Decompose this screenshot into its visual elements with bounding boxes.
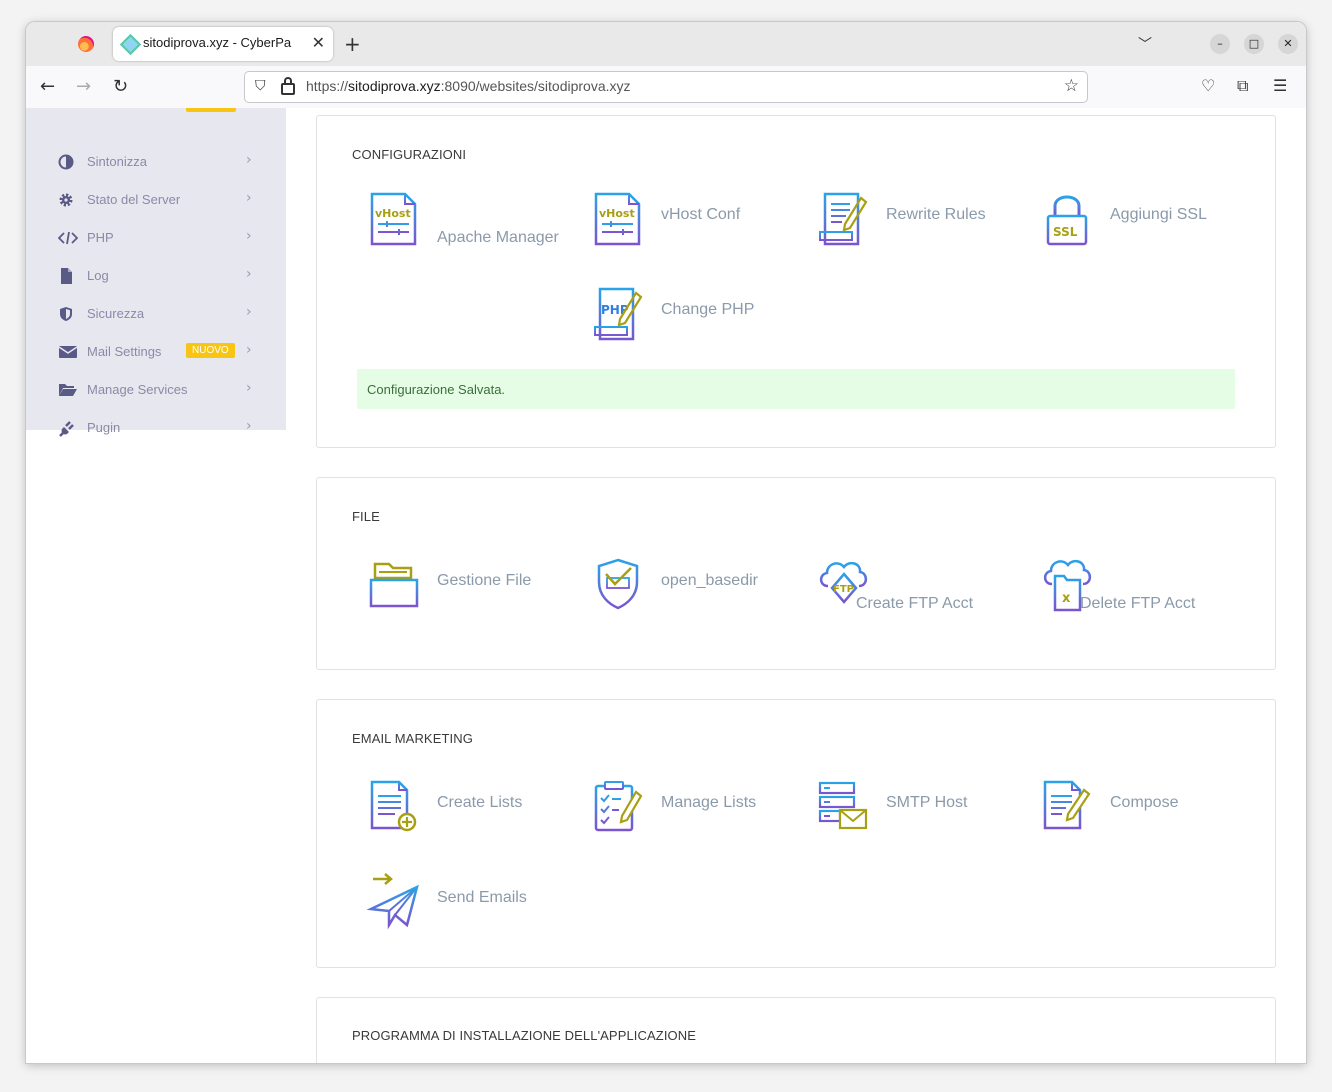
app-installer-card: PROGRAMMA DI INSTALLAZIONE DELL'APPLICAZ… [316, 997, 1276, 1063]
url-text[interactable]: https://sitodiprova.xyz:8090/websites/si… [306, 78, 631, 94]
chevron-right-icon: › [246, 380, 252, 396]
chevron-right-icon: › [246, 266, 252, 282]
sidebar-partial-badge [186, 108, 236, 112]
shield-icon [60, 307, 72, 321]
tab-bar: sitodiprova.xyz - CyberPa ✕ + ﹀ – □ ✕ [26, 22, 1306, 66]
section-title: FILE [352, 509, 380, 524]
url-bar[interactable]: ⛉ https://sitodiprova.xyz:8090/websites/… [244, 71, 1088, 103]
tab-close-icon[interactable]: ✕ [312, 33, 325, 52]
sidebar: Sintonizza › Stato del Server › PHP › Lo… [26, 108, 286, 437]
sidebar-item-stato-server[interactable]: Stato del Server › [26, 181, 286, 219]
section-title: EMAIL MARKETING [352, 731, 473, 746]
tile-label: SMTP Host [886, 794, 968, 811]
tile-label: Aggiungi SSL [1110, 206, 1207, 223]
sidebar-item-label: Mail Settings [87, 344, 162, 359]
minimize-icon[interactable]: – [1210, 34, 1230, 54]
sidebar-item-manage-services[interactable]: Manage Services › [26, 371, 286, 409]
tile-apache-manager[interactable]: vHost Apache Manager [352, 190, 576, 260]
nav-bar: ← → ↻ ⛉ https://sitodiprova.xyz:8090/web… [26, 66, 1306, 109]
tile-rewrite-rules[interactable]: Rewrite Rules [801, 190, 1025, 260]
tile-label: Send Emails [437, 889, 527, 906]
sidebar-item-php[interactable]: PHP › [26, 219, 286, 257]
tile-label: Change PHP [661, 301, 755, 318]
list-tabs-chevron-icon[interactable]: ﹀ [1138, 34, 1152, 54]
tile-create-lists[interactable]: Create Lists [352, 778, 576, 848]
envelope-icon [58, 346, 78, 358]
sidebar-item-label: Sicurezza [87, 306, 145, 321]
sidebar-item-label: Pugin [87, 420, 121, 435]
new-badge: NUOVO [186, 343, 235, 358]
tile-label: Create FTP Acct [856, 595, 974, 612]
forward-icon[interactable]: → [76, 76, 91, 97]
folder-open-icon [59, 384, 77, 396]
sidebar-item-mail-settings[interactable]: Mail Settings NUOVO › [26, 333, 286, 371]
sidebar-item-log[interactable]: Log › [26, 257, 286, 295]
sidebar-item-sicurezza[interactable]: Sicurezza › [26, 295, 286, 333]
sidebar-item-label: Stato del Server [87, 192, 181, 207]
pocket-icon[interactable]: ♡ [1201, 76, 1215, 95]
tile-smtp-host[interactable]: SMTP Host [801, 778, 1025, 848]
tile-manage-lists[interactable]: Manage Lists [576, 778, 800, 848]
reload-icon[interactable]: ↻ [113, 76, 128, 97]
file-icon [61, 268, 72, 284]
gear-icon [59, 193, 73, 207]
tile-gestione-file[interactable]: Gestione File [352, 556, 576, 626]
tile-aggiungi-ssl[interactable]: SSL Aggiungi SSL [1025, 190, 1249, 260]
sidebar-item-pugin[interactable]: Pugin › [26, 409, 286, 447]
chevron-right-icon: › [246, 228, 252, 244]
page-content: Sintonizza › Stato del Server › PHP › Lo… [26, 108, 1306, 1063]
tile-create-ftp[interactable]: FTP Create FTP Acct [801, 556, 1025, 626]
firefox-icon[interactable] [78, 36, 94, 52]
tile-label: Delete FTP Acct [1080, 595, 1196, 612]
sidebar-item-label: Log [87, 268, 109, 283]
tile-label: vHost Conf [661, 206, 741, 223]
sidebar-item-sintonizza[interactable]: Sintonizza › [26, 143, 286, 181]
back-icon[interactable]: ← [40, 76, 55, 97]
site-favicon-icon [119, 33, 142, 56]
browser-window: sitodiprova.xyz - CyberPa ✕ + ﹀ – □ ✕ ← … [26, 22, 1306, 1063]
tile-compose[interactable]: Compose [1025, 778, 1249, 848]
new-tab-icon[interactable]: + [344, 32, 361, 56]
bookmark-star-icon[interactable]: ☆ [1064, 76, 1079, 96]
browser-tab[interactable]: sitodiprova.xyz - CyberPa ✕ [113, 27, 333, 61]
tracking-shield-icon[interactable]: ⛉ [255, 78, 266, 94]
tile-vhost-conf[interactable]: vHost vHost Conf [576, 190, 800, 260]
sidebar-item-label: Sintonizza [87, 154, 147, 169]
chevron-right-icon: › [246, 304, 252, 320]
half-circle-icon [58, 154, 74, 170]
file-card: FILE Gestione File open_basedir FTP Crea… [316, 477, 1276, 670]
success-alert: Configurazione Salvata. [357, 369, 1235, 409]
tile-label: Rewrite Rules [886, 206, 986, 223]
tile-label: Apache Manager [437, 229, 559, 246]
tile-label: Gestione File [437, 572, 532, 589]
tab-title: sitodiprova.xyz - CyberPa [143, 35, 292, 50]
chevron-right-icon: › [246, 418, 252, 434]
tile-change-php[interactable]: PHP Change PHP [576, 285, 800, 355]
chevron-right-icon: › [246, 152, 252, 168]
tile-send-emails[interactable]: Send Emails [352, 873, 576, 943]
sidebar-item-label: PHP [87, 230, 114, 245]
section-title: PROGRAMMA DI INSTALLAZIONE DELL'APPLICAZ… [352, 1028, 696, 1043]
maximize-icon[interactable]: □ [1244, 34, 1264, 54]
tile-label: open_basedir [661, 572, 758, 589]
code-icon [58, 231, 78, 245]
plug-icon [59, 421, 74, 437]
alert-text: Configurazione Salvata. [367, 382, 506, 397]
sidebar-item-label: Manage Services [87, 382, 188, 397]
extensions-icon[interactable]: ⧉ [1237, 76, 1248, 96]
svg-text:SSL: SSL [1053, 225, 1078, 239]
tile-delete-ftp[interactable]: x Delete FTP Acct [1025, 556, 1249, 626]
tile-label: Compose [1110, 794, 1179, 811]
chevron-right-icon: › [246, 190, 252, 206]
tile-label: Create Lists [437, 794, 523, 811]
menu-icon[interactable]: ☰ [1273, 76, 1287, 95]
config-card: CONFIGURAZIONI vHost Apache Manager vHos… [316, 115, 1276, 448]
lock-icon[interactable] [281, 77, 295, 95]
tile-label: Manage Lists [661, 794, 757, 811]
email-marketing-card: EMAIL MARKETING Create Lists Manage List… [316, 699, 1276, 968]
section-title: CONFIGURAZIONI [352, 147, 467, 162]
close-window-icon[interactable]: ✕ [1278, 34, 1298, 54]
tile-open-basedir[interactable]: open_basedir [576, 556, 800, 626]
chevron-right-icon: › [246, 342, 252, 358]
